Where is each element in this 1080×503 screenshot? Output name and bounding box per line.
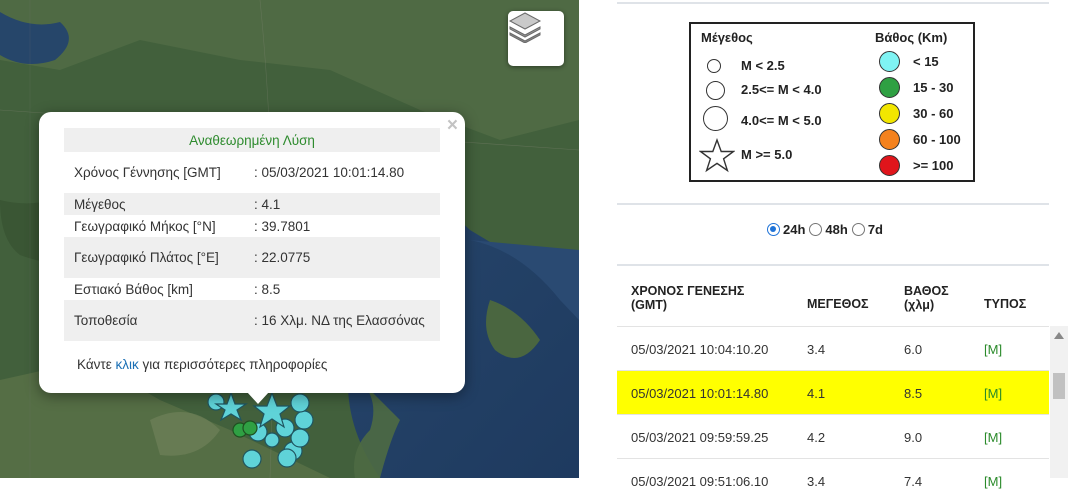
- legend-size-item: M >= 5.0: [741, 147, 793, 162]
- divider: [617, 2, 1049, 4]
- cell-type: [M]: [984, 342, 1003, 357]
- divider: [617, 264, 1049, 266]
- legend: Μέγεθος M < 2.5 2.5<= M < 4.0 4.0<= M < …: [689, 22, 975, 182]
- popup-row-longitude: Γεωγραφικό Μήκος [°N] : 39.7801: [64, 215, 440, 237]
- depth-15-30-circle-icon: [879, 77, 900, 98]
- popup-label: Μέγεθος: [74, 196, 126, 212]
- cell-depth: 8.5: [904, 386, 923, 401]
- cell-depth: 9.0: [904, 430, 923, 445]
- depth-gte100-circle-icon: [879, 155, 900, 176]
- cell-type: [M]: [984, 474, 1003, 489]
- table-row[interactable]: 05/03/2021 09:51:06.10 3.4 7.4 [M]: [617, 458, 1049, 503]
- popup-value: : 22.0775: [254, 250, 311, 265]
- cell-time: 05/03/2021 10:04:10.20: [631, 342, 769, 357]
- popup-value: : 8.5: [254, 281, 281, 297]
- radio-7d[interactable]: [851, 223, 865, 236]
- popup-row-location: Τοποθεσία : 16 Χλμ. ΝΔ της Ελασσόνας: [64, 300, 440, 341]
- divider: [617, 203, 1049, 205]
- legend-size-item: M < 2.5: [741, 58, 785, 73]
- legend-depth-item: >= 100: [913, 158, 954, 173]
- popup-footer-suffix: για περισσότερες πληροφορίες: [142, 357, 328, 372]
- table-header: ΧΡΟΝΟΣ ΓΕΝΕΣΗΣ (GMT) ΜΕΓΕΘΟΣ ΒΑΘΟΣ (χλμ)…: [617, 270, 1049, 326]
- popup-value: : 16 Χλμ. ΝΔ της Ελασσόνας: [254, 313, 425, 328]
- cell-type: [M]: [984, 430, 1003, 445]
- popup-value: : 39.7801: [254, 218, 311, 234]
- earthquake-panel: Μέγεθος M < 2.5 2.5<= M < 4.0 4.0<= M < …: [579, 0, 1080, 489]
- header-type: ΤΥΠΟΣ: [984, 297, 1027, 311]
- cell-time: 05/03/2021 09:51:06.10: [631, 474, 769, 489]
- radio-label-24h[interactable]: 24h: [783, 222, 805, 237]
- depth-60-100-circle-icon: [879, 129, 900, 150]
- table-row[interactable]: 05/03/2021 09:59:59.25 4.2 9.0 [M]: [617, 414, 1049, 459]
- popup-label: Χρόνος Γέννησης [GMT]: [74, 165, 221, 180]
- legend-depth-item: 60 - 100: [913, 132, 961, 147]
- map-view[interactable]: × Αναθεωρημένη Λύση Χρόνος Γέννησης [GMT…: [0, 0, 579, 478]
- legend-size-title: Μέγεθος: [701, 30, 753, 45]
- radio-24h[interactable]: [767, 223, 780, 236]
- header-depth: ΒΑΘΟΣ (χλμ): [904, 284, 949, 312]
- popup-row-depth: Εστιακό Βάθος [km] : 8.5: [64, 278, 440, 300]
- popup-title: Αναθεωρημένη Λύση: [64, 128, 440, 152]
- radio-label-7d[interactable]: 7d: [868, 222, 883, 237]
- popup-label: Γεωγραφικό Πλάτος [°E]: [74, 250, 219, 265]
- legend-depth-item: < 15: [913, 54, 939, 69]
- legend-size-item: 2.5<= M < 4.0: [741, 82, 822, 97]
- legend-depth-title: Βάθος (Km): [875, 30, 948, 45]
- size-small-circle-icon: [707, 59, 721, 73]
- table-scrollbar[interactable]: [1050, 326, 1068, 478]
- legend-size-item: 4.0<= M < 5.0: [741, 113, 822, 128]
- earthquake-popup: × Αναθεωρημένη Λύση Χρόνος Γέννησης [GMT…: [39, 112, 465, 393]
- radio-label-48h[interactable]: 48h: [825, 222, 847, 237]
- cell-depth: 6.0: [904, 342, 923, 357]
- cell-magnitude: 3.4: [807, 474, 826, 489]
- cell-magnitude: 4.1: [807, 386, 826, 401]
- cell-type: [M]: [984, 386, 1003, 401]
- cell-magnitude: 4.2: [807, 430, 826, 445]
- popup-value: : 4.1: [254, 196, 281, 212]
- scrollbar-thumb[interactable]: [1053, 373, 1065, 399]
- cell-time: 05/03/2021 09:59:59.25: [631, 430, 769, 445]
- popup-label: Γεωγραφικό Μήκος [°N]: [74, 218, 216, 234]
- table-row-selected[interactable]: 05/03/2021 10:01:14.80 4.1 8.5 [M]: [617, 370, 1049, 415]
- popup-footer-prefix: Κάντε: [77, 357, 112, 372]
- popup-row-magnitude: Μέγεθος : 4.1: [64, 193, 440, 215]
- popup-footer: Κάντε κλικ για περισσότερες πληροφορίες: [77, 357, 327, 372]
- layers-icon: [508, 12, 542, 43]
- cell-magnitude: 3.4: [807, 342, 826, 357]
- popup-row-latitude: Γεωγραφικό Πλάτος [°E] : 22.0775: [64, 237, 440, 278]
- depth-lt15-circle-icon: [879, 51, 900, 72]
- size-medium-circle-icon: [706, 81, 725, 100]
- popup-value: : 05/03/2021 10:01:14.80: [254, 165, 405, 180]
- popup-pointer: [247, 392, 269, 404]
- layers-button[interactable]: [508, 11, 564, 66]
- header-time: ΧΡΟΝΟΣ ΓΕΝΕΣΗΣ (GMT): [631, 284, 745, 312]
- legend-depth-item: 15 - 30: [913, 80, 954, 95]
- scroll-up-arrow-icon[interactable]: [1054, 332, 1064, 339]
- popup-label: Εστιακό Βάθος [km]: [74, 281, 193, 297]
- star-icon: [699, 138, 735, 173]
- popup-row-origin-time: Χρόνος Γέννησης [GMT] : 05/03/2021 10:01:…: [64, 152, 440, 193]
- more-info-link[interactable]: κλικ: [116, 357, 139, 372]
- table-row[interactable]: 05/03/2021 10:04:10.20 3.4 6.0 [M]: [617, 326, 1049, 371]
- header-magnitude: ΜΕΓΕΘΟΣ: [807, 297, 869, 311]
- cell-depth: 7.4: [904, 474, 923, 489]
- cell-time: 05/03/2021 10:01:14.80: [631, 386, 769, 401]
- period-selector: 24h 48h 7d: [767, 222, 887, 237]
- depth-30-60-circle-icon: [879, 103, 900, 124]
- size-large-circle-icon: [703, 106, 728, 131]
- popup-details-table: Αναθεωρημένη Λύση Χρόνος Γέννησης [GMT]:…: [64, 128, 440, 341]
- popup-label: Τοποθεσία: [74, 313, 138, 328]
- legend-depth-item: 30 - 60: [913, 106, 954, 121]
- close-icon[interactable]: ×: [447, 116, 458, 136]
- radio-48h[interactable]: [809, 223, 823, 236]
